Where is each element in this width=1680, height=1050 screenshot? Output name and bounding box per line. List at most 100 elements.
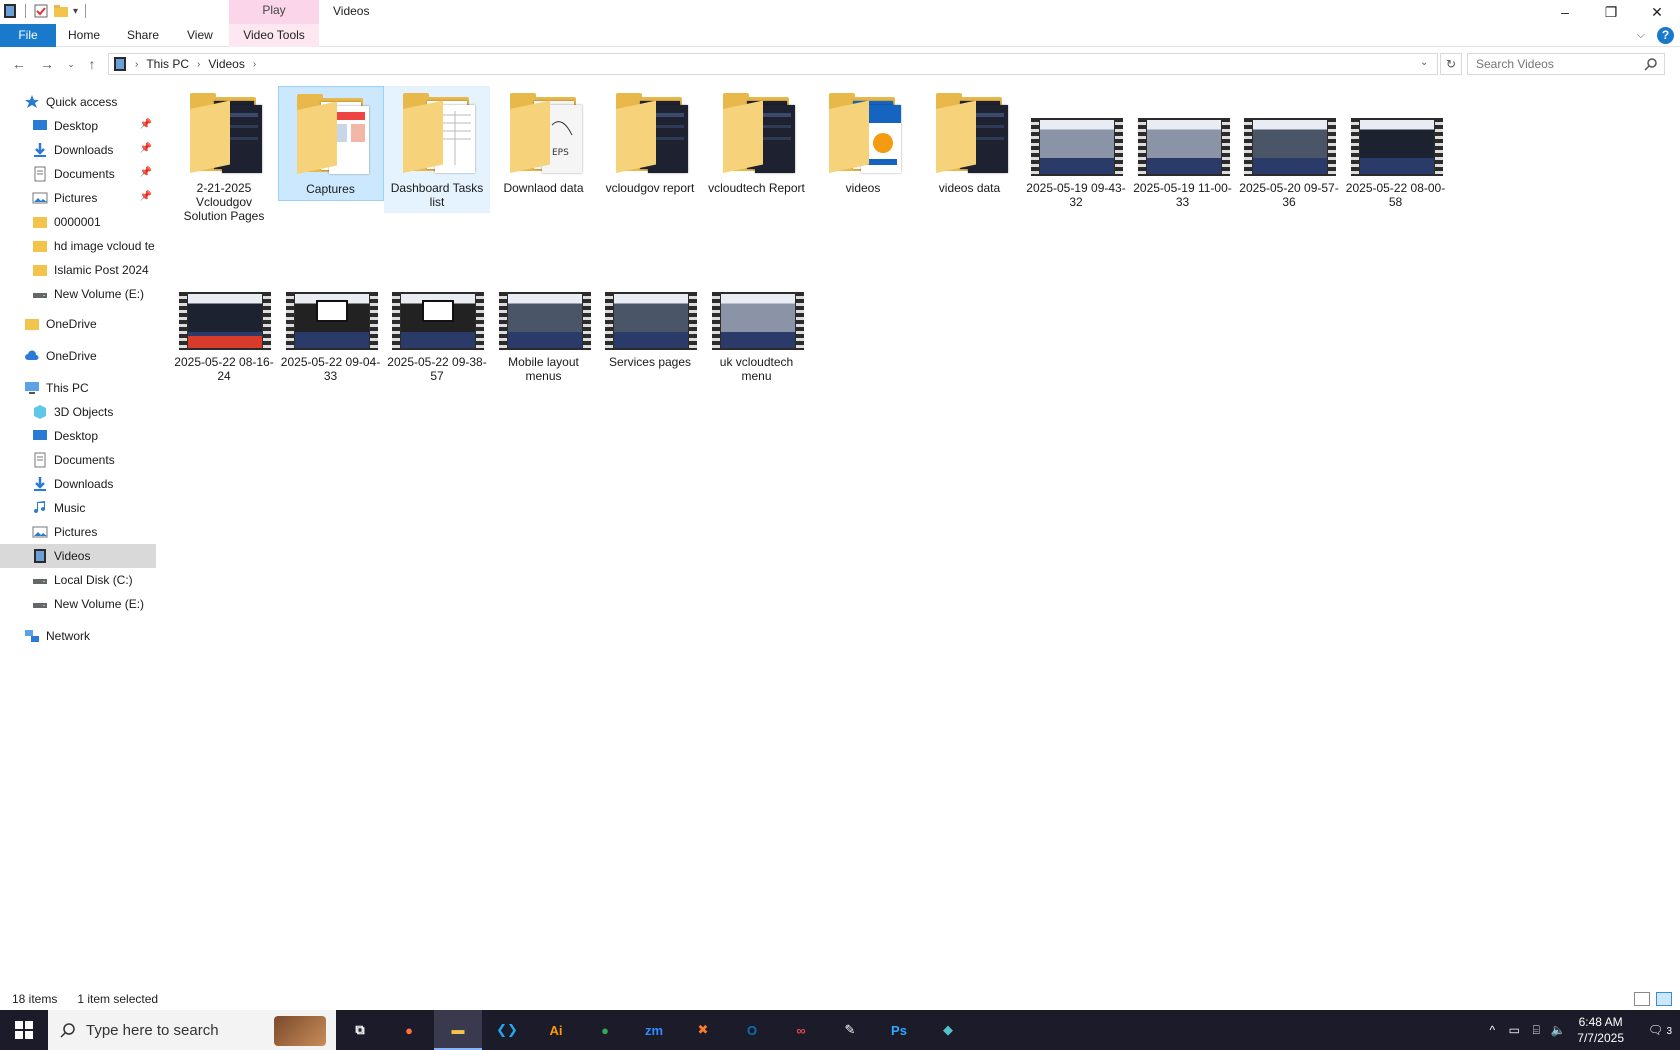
close-button[interactable]: ✕: [1634, 0, 1680, 24]
video-library-icon[interactable]: [2, 3, 18, 19]
clock[interactable]: 6:48 AM 7/7/2025: [1577, 1014, 1624, 1046]
sidebar-item-this-pc[interactable]: This PC: [0, 376, 156, 400]
sidebar-item-new-volume-e[interactable]: New Volume (E:): [0, 592, 156, 616]
back-button[interactable]: ←: [10, 55, 28, 73]
search-box[interactable]: [1467, 53, 1665, 75]
sidebar-item-3d-objects[interactable]: 3D Objects: [0, 400, 156, 424]
sidebar-item-music[interactable]: Music: [0, 496, 156, 520]
taskbar-chrome-button[interactable]: ●: [581, 1010, 629, 1050]
sidebar-item-label: Documents: [54, 167, 115, 181]
sidebar-item-desktop[interactable]: Desktop 📌: [0, 114, 156, 138]
video-2025-05-19-11-00-33[interactable]: 2025-05-19 11-00-33: [1130, 86, 1236, 213]
sidebar-item-0000001[interactable]: 0000001: [0, 210, 156, 234]
taskbar-creative-cloud-button[interactable]: ∞: [777, 1010, 825, 1050]
show-hidden-icons-icon[interactable]: ^: [1481, 1023, 1503, 1037]
video-2025-05-22-08-00-58[interactable]: 2025-05-22 08-00-58: [1343, 86, 1449, 213]
video-file-icon: [602, 265, 698, 353]
video-2025-05-20-09-57-36[interactable]: 2025-05-20 09-57-36: [1236, 86, 1342, 213]
refresh-button[interactable]: ↻: [1440, 53, 1462, 75]
video-2025-05-22-08-16-24[interactable]: 2025-05-22 08-16-24: [171, 260, 277, 387]
sidebar-item-onedrive[interactable]: OneDrive: [0, 312, 156, 336]
minimize-button[interactable]: –: [1542, 0, 1588, 24]
sidebar-item-desktop[interactable]: Desktop: [0, 424, 156, 448]
taskbar-illustrator-button[interactable]: Ai: [532, 1010, 580, 1050]
sidebar-item-hd-image-vcloud-te[interactable]: hd image vcloud te: [0, 234, 156, 258]
folder-videos[interactable]: videos: [810, 86, 916, 199]
sidebar-item-pictures[interactable]: Pictures 📌: [0, 186, 156, 210]
sidebar-item-documents[interactable]: Documents 📌: [0, 162, 156, 186]
search-icon[interactable]: [1644, 57, 1658, 71]
up-button[interactable]: ↑: [83, 55, 101, 73]
folder-vcloudgov-report[interactable]: vcloudgov report: [597, 86, 703, 199]
folder-captures[interactable]: Captures: [277, 86, 384, 201]
tab-file[interactable]: File: [0, 24, 56, 47]
folder-vcloudtech-report[interactable]: vcloudtech Report: [704, 86, 810, 199]
tab-home[interactable]: Home: [56, 24, 112, 47]
large-icons-view-icon[interactable]: [1656, 992, 1672, 1006]
sidebar-item-onedrive[interactable]: OneDrive: [0, 344, 156, 368]
tab-video-tools[interactable]: Video Tools: [229, 24, 319, 47]
sidebar-item-downloads[interactable]: Downloads: [0, 472, 156, 496]
taskbar-firefox-button[interactable]: ●: [385, 1010, 433, 1050]
documents-icon: [32, 166, 48, 182]
taskbar-pen-tool-button[interactable]: ✎: [826, 1010, 874, 1050]
file-name: vcloudtech Report: [708, 181, 805, 195]
properties-icon[interactable]: [33, 3, 49, 19]
video-mobile-layout-menus[interactable]: Mobile layout menus: [491, 260, 597, 387]
taskbar-outlook-button[interactable]: O: [728, 1010, 776, 1050]
forward-button[interactable]: →: [38, 55, 56, 73]
breadcrumb-videos[interactable]: Videos: [208, 57, 244, 71]
video-services-pages[interactable]: Services pages: [597, 260, 703, 373]
sidebar-item-videos[interactable]: Videos: [0, 544, 156, 568]
restore-button[interactable]: ❐: [1588, 0, 1634, 24]
folder-2-21-2025-vcloudgov-solution-pages[interactable]: 2-21-2025 Vcloudgov Solution Pages: [171, 86, 277, 227]
new-folder-icon[interactable]: [53, 3, 69, 19]
selection-count: 1 item selected: [77, 992, 159, 1006]
search-input[interactable]: [1468, 54, 1638, 74]
volume-icon[interactable]: 🔈: [1547, 1023, 1569, 1037]
video-uk-vcloudtech-menu[interactable]: uk vcloudtech menu: [704, 260, 810, 387]
breadcrumb-this-pc[interactable]: This PC: [146, 57, 189, 71]
taskbar-photoshop-button[interactable]: Ps: [875, 1010, 923, 1050]
folder-dashboard-tasks-list[interactable]: Dashboard Tasks list: [384, 86, 490, 213]
tab-share[interactable]: Share: [115, 24, 171, 47]
tab-view[interactable]: View: [175, 24, 225, 47]
sidebar-item-local-disk-c[interactable]: Local Disk (C:): [0, 568, 156, 592]
sidebar-item-downloads[interactable]: Downloads 📌: [0, 138, 156, 162]
sidebar-item-documents[interactable]: Documents: [0, 448, 156, 472]
sidebar-item-new-volume-e[interactable]: New Volume (E:): [0, 282, 156, 306]
taskbar-vscode-button[interactable]: ❮❯: [483, 1010, 531, 1050]
sidebar-item-network[interactable]: Network: [0, 624, 156, 648]
expand-ribbon-icon[interactable]: ⌵: [1637, 29, 1645, 42]
taskbar-zoom-button[interactable]: zm: [630, 1010, 678, 1050]
recent-locations-button[interactable]: ⌄: [62, 55, 80, 73]
folder-videos-data[interactable]: videos data: [917, 86, 1023, 199]
file-name: 2025-05-22 09-38-57: [387, 355, 487, 383]
taskbar-search[interactable]: Type here to search: [48, 1010, 336, 1050]
video-2025-05-22-09-04-33[interactable]: 2025-05-22 09-04-33: [278, 260, 384, 387]
breadcrumb-chevron-icon[interactable]: ›: [197, 59, 200, 70]
sidebar-item-quick-access[interactable]: Quick access: [0, 90, 156, 114]
customize-toolbar-icon[interactable]: ▾: [73, 6, 78, 17]
address-bar[interactable]: › This PC › Videos ›: [108, 53, 1438, 75]
taskbar-app-diamond-button[interactable]: ◆: [924, 1010, 972, 1050]
network-tray-icon[interactable]: ⌸: [1525, 1023, 1547, 1038]
sidebar-item-pictures[interactable]: Pictures: [0, 520, 156, 544]
file-name: 2-21-2025 Vcloudgov Solution Pages: [183, 181, 265, 223]
taskbar-task-view-button[interactable]: ⧉: [336, 1010, 384, 1050]
help-button[interactable]: ?: [1657, 27, 1674, 44]
address-dropdown-icon[interactable]: ⌄: [1420, 57, 1428, 68]
photoshop-icon: Ps: [891, 1022, 907, 1038]
sidebar-item-islamic-post-2024[interactable]: Islamic Post 2024: [0, 258, 156, 282]
taskbar-file-explorer-button[interactable]: ▬: [434, 1010, 482, 1050]
breadcrumb-chevron-icon[interactable]: ›: [253, 59, 256, 70]
video-2025-05-22-09-38-57[interactable]: 2025-05-22 09-38-57: [384, 260, 490, 387]
folder-downlaod-data[interactable]: EPSEPS Downlaod data: [491, 86, 597, 199]
start-button[interactable]: [0, 1010, 48, 1050]
monitor-icon[interactable]: ▭: [1503, 1023, 1525, 1037]
notifications-button[interactable]: 🗨 3: [1640, 1023, 1680, 1037]
taskbar-xampp-button[interactable]: ✖: [679, 1010, 727, 1050]
video-2025-05-19-09-43-32[interactable]: 2025-05-19 09-43-32: [1023, 86, 1129, 213]
details-view-icon[interactable]: [1634, 992, 1650, 1006]
task-view-icon: ⧉: [355, 1022, 365, 1037]
